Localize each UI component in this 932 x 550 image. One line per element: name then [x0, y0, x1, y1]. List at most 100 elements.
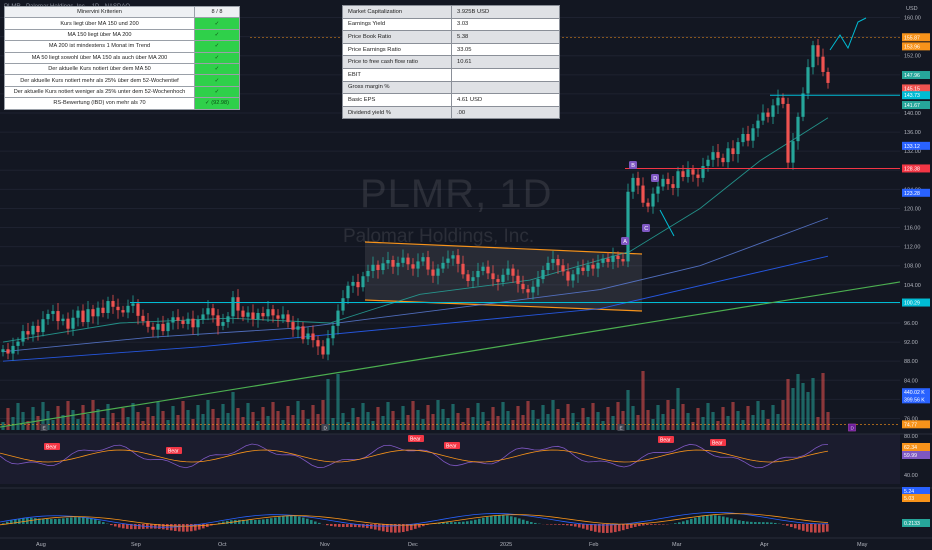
- bear-signal-label: Bear: [46, 445, 57, 451]
- macd-histogram-bar: [202, 524, 205, 529]
- volume-bar: [181, 401, 185, 430]
- time-axis-label: Mar: [672, 542, 682, 548]
- candle-body: [296, 326, 300, 330]
- candle-body: [86, 309, 90, 323]
- macd-histogram-bar: [814, 524, 817, 533]
- volume-bar: [746, 406, 750, 430]
- criteria-check: ✓: [194, 28, 240, 42]
- volume-bar: [776, 414, 780, 430]
- macd-histogram-bar: [262, 519, 265, 524]
- volume-bar: [681, 404, 685, 430]
- candle-body: [186, 318, 190, 324]
- candle-body: [626, 191, 630, 262]
- volume-bar: [101, 418, 105, 430]
- macd-histogram-bar: [578, 524, 581, 528]
- macd-histogram-bar: [250, 520, 253, 524]
- macd-histogram-bar: [630, 524, 633, 528]
- candle-body: [711, 152, 715, 160]
- macd-histogram-bar: [574, 524, 577, 527]
- candle-body: [11, 345, 15, 354]
- volume-bar: [666, 400, 670, 430]
- volume-bar: [596, 412, 600, 430]
- macd-histogram-bar: [286, 515, 289, 524]
- macd-histogram-bar: [770, 522, 773, 524]
- candle-body: [511, 268, 515, 276]
- fundamental-label: Basic EPS: [342, 93, 452, 107]
- criteria-check: ✓ (92.98): [194, 97, 240, 110]
- price-label: 74.77: [904, 422, 917, 428]
- macd-histogram-bar: [42, 518, 45, 524]
- criteria-label: RS-Bewertung (IBD) von mehr als 70: [4, 97, 195, 110]
- volume-bar: [106, 404, 110, 430]
- volume-bar: [291, 415, 295, 430]
- candle-body: [261, 312, 265, 317]
- candle-body: [441, 262, 445, 269]
- candle-body: [21, 331, 25, 342]
- candle-body: [811, 45, 815, 68]
- macd-histogram-bar: [718, 515, 721, 524]
- macd-histogram-bar: [634, 524, 637, 527]
- criteria-label: MA 50 liegt sowohl über MA 150 als auch …: [4, 51, 195, 64]
- candle-body: [726, 148, 730, 163]
- volume-bar: [541, 405, 545, 430]
- criteria-row: MA 200 ist mindestens 1 Monat im Trend ✓: [4, 40, 240, 53]
- candle-body: [656, 186, 660, 194]
- volume-bar: [31, 407, 35, 430]
- time-axis-label: Aug: [36, 542, 46, 548]
- volume-bar: [301, 410, 305, 430]
- candle-body: [611, 255, 615, 262]
- price-tick-label: 116.00: [904, 226, 920, 232]
- candle-body: [426, 257, 430, 270]
- volume-bar: [676, 388, 680, 430]
- macd-histogram-bar: [462, 521, 465, 524]
- candle-body: [381, 263, 385, 271]
- volume-bar: [496, 416, 500, 430]
- time-axis-label: 2025: [500, 542, 512, 548]
- macd-histogram-bar: [722, 516, 725, 524]
- macd-histogram-bar: [450, 522, 453, 524]
- candle-body: [321, 346, 325, 355]
- candle-body: [306, 333, 310, 340]
- macd-histogram-bar: [750, 521, 753, 524]
- candle-body: [506, 268, 510, 275]
- candle-body: [541, 270, 545, 280]
- candle-body: [631, 177, 635, 192]
- macd-histogram-bar: [690, 518, 693, 524]
- macd-histogram-bar: [186, 524, 189, 532]
- macd-histogram-bar: [710, 515, 713, 524]
- bear-signal-label: Bear: [410, 437, 421, 443]
- macd-histogram-bar: [806, 524, 809, 532]
- criteria-row: Der aktuelle Kurs notiert über dem MA 50…: [4, 62, 240, 76]
- candle-body: [821, 56, 825, 72]
- volume-bar: [261, 407, 265, 430]
- volume-bar: [241, 417, 245, 430]
- candle-body: [436, 268, 440, 276]
- volume-bar: [551, 400, 555, 430]
- candle-body: [526, 289, 530, 293]
- price-tick-label: 88.00: [904, 359, 918, 365]
- candle-body: [586, 264, 590, 271]
- candle-body: [481, 266, 485, 271]
- candle-body: [556, 259, 560, 266]
- candle-body: [776, 97, 780, 106]
- volume-bar: [726, 416, 730, 430]
- macd-histogram-bar: [150, 524, 153, 529]
- candle-body: [116, 306, 120, 311]
- macd-histogram-bar: [34, 518, 37, 524]
- time-axis-label: Sep: [131, 542, 141, 548]
- macd-histogram-bar: [818, 524, 821, 533]
- volume-bar: [296, 401, 300, 430]
- volume-bar: [141, 421, 145, 430]
- macd-histogram-bar: [562, 524, 565, 525]
- macd-histogram-bar: [18, 518, 21, 524]
- macd-histogram-bar: [294, 516, 297, 524]
- macd-histogram-bar: [310, 520, 313, 524]
- macd-histogram-bar: [378, 524, 381, 531]
- volume-bar: [491, 407, 495, 430]
- candle-body: [501, 274, 505, 282]
- candle-body: [576, 267, 580, 275]
- criteria-row: Kurs liegt über MA 150 und 200 ✓: [4, 17, 240, 30]
- candle-body: [341, 298, 345, 311]
- volume-bar: [151, 416, 155, 430]
- volume-bar: [21, 412, 25, 430]
